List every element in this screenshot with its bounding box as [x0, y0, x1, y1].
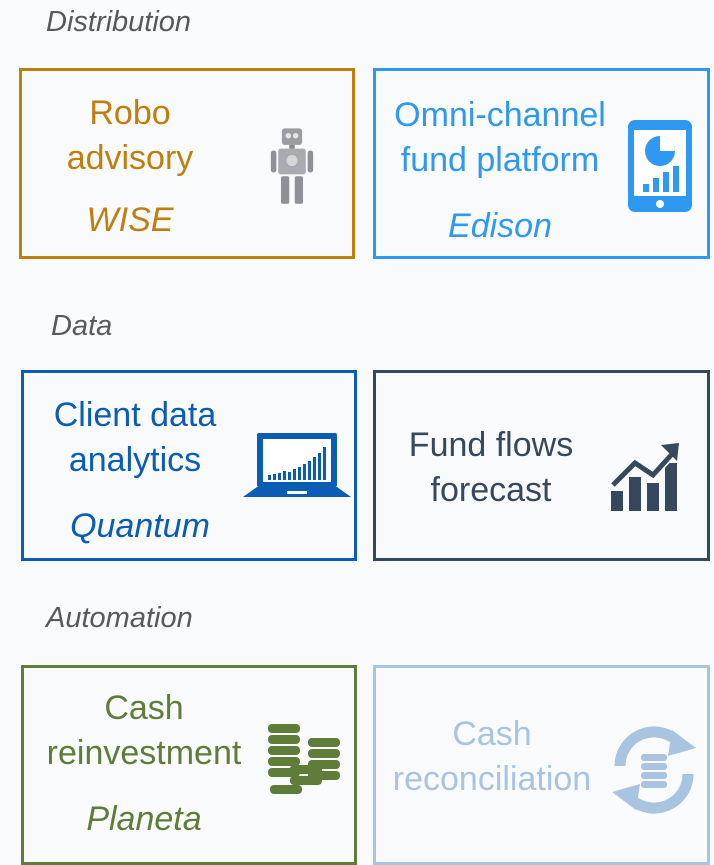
- card-title-line1: Client data: [53, 396, 217, 434]
- section-label-automation: Automation: [46, 602, 193, 634]
- card-title: Cash reinvestment: [32, 686, 256, 776]
- card-title-line2: analytics: [68, 441, 202, 479]
- coin-stacks-icon: [268, 724, 340, 794]
- card-title-line1: Cash: [452, 715, 532, 753]
- card-omni-channel-platform: Omni-channel fund platform Edison: [373, 68, 710, 259]
- tablet-chart-icon: [628, 120, 692, 212]
- card-title: Omni-channel fund platform: [378, 93, 622, 183]
- trend-chart-icon: [610, 443, 679, 511]
- card-title-line2: forecast: [430, 471, 552, 509]
- section-label-data: Data: [51, 310, 113, 342]
- card-client-data-analytics: Client data analytics Quantum: [21, 370, 357, 561]
- laptop-chart-icon: [243, 433, 351, 497]
- card-title: Fund flows forecast: [380, 423, 602, 513]
- cycle-coins-icon: [612, 726, 696, 814]
- card-title-line1: Omni-channel: [394, 96, 606, 134]
- card-title-line2: reinvestment: [46, 734, 242, 772]
- card-title-line2: advisory: [66, 139, 194, 177]
- card-title: Client data analytics: [28, 393, 242, 483]
- card-robo-advisory: Robo advisory WISE: [19, 68, 355, 259]
- card-title-line1: Cash: [104, 689, 184, 727]
- card-cash-reconciliation: Cash reconciliation: [373, 665, 710, 865]
- card-fund-flows-forecast: Fund flows forecast: [373, 370, 710, 561]
- card-product-name: Quantum: [70, 507, 210, 545]
- section-label-distribution: Distribution: [46, 6, 192, 38]
- card-title-line1: Fund flows: [408, 426, 574, 464]
- card-title-line2: reconciliation: [392, 760, 592, 798]
- card-product-name: Planeta: [86, 800, 202, 838]
- card-title: Robo advisory: [42, 91, 218, 181]
- robot-icon: [270, 128, 314, 204]
- card-title-line1: Robo: [89, 94, 171, 132]
- card-product-name: Edison: [448, 207, 552, 245]
- card-cash-reinvestment: Cash reinvestment Planeta: [21, 665, 357, 865]
- card-product-name: WISE: [86, 201, 174, 239]
- card-title-line2: fund platform: [400, 141, 600, 179]
- card-title: Cash reconciliation: [380, 712, 604, 802]
